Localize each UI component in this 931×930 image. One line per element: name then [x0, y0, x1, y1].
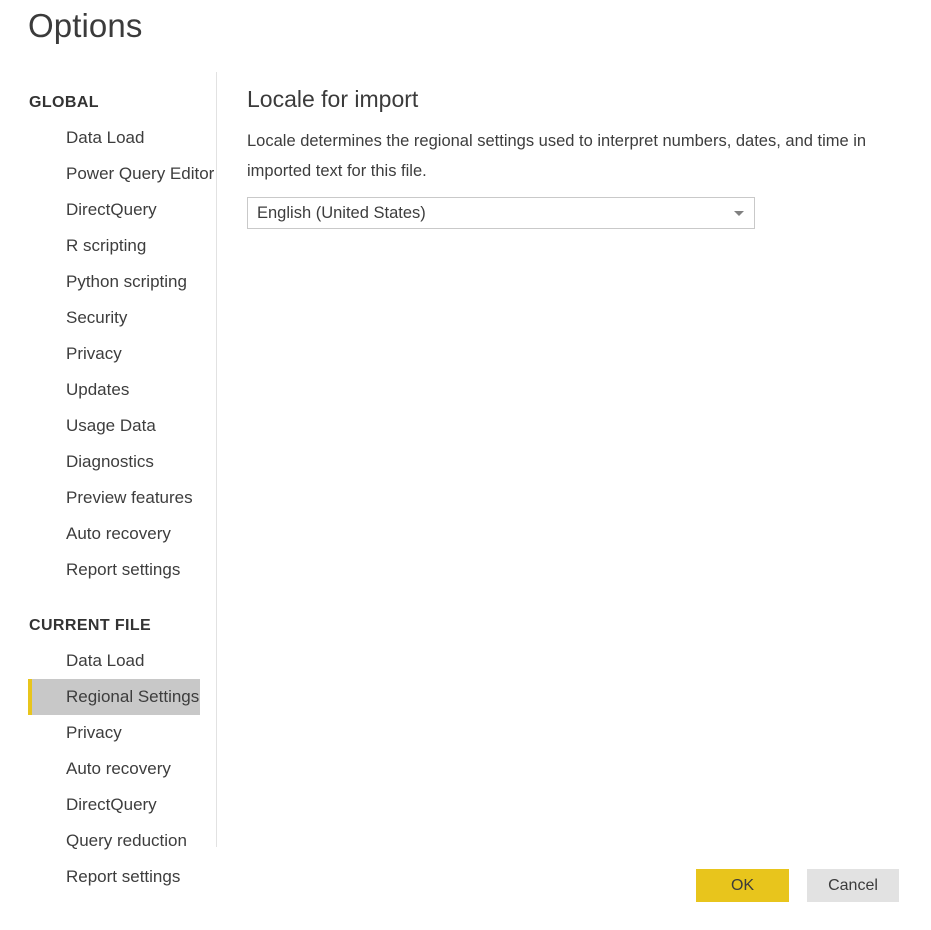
sidebar-item-label: Privacy: [66, 723, 122, 742]
sidebar-item-current-privacy[interactable]: Privacy: [28, 715, 200, 751]
page-title: Options: [28, 7, 143, 44]
sidebar-item-diagnostics[interactable]: Diagnostics: [28, 444, 200, 480]
nav-group-global: GLOBAL Data Load Power Query Editor Dire…: [0, 86, 216, 588]
sidebar-item-auto-recovery[interactable]: Auto recovery: [28, 516, 200, 552]
sidebar-item-label: Regional Settings: [66, 687, 200, 706]
sidebar-item-label: R scripting: [66, 236, 147, 255]
sidebar-item-preview-features[interactable]: Preview features: [28, 480, 200, 516]
sidebar-item-label: Report settings: [66, 560, 181, 579]
nav-group-header-global: GLOBAL: [29, 94, 99, 111]
sidebar-item-label: Security: [66, 308, 128, 327]
sidebar-item-current-data-load[interactable]: Data Load: [28, 643, 200, 679]
sidebar-item-label: Query reduction: [66, 831, 187, 850]
dialog-footer: OK Cancel: [0, 869, 931, 903]
sidebar-item-label: Power Query Editor: [66, 164, 215, 183]
options-content-pane: Locale for import Locale determines the …: [247, 84, 919, 229]
nav-group-header-current-file: CURRENT FILE: [29, 617, 152, 634]
sidebar-item-label: Data Load: [66, 128, 145, 147]
options-dialog: Options GLOBAL Data Load Power Query Edi…: [0, 0, 931, 930]
chevron-down-icon: [734, 211, 744, 216]
sidebar-item-label: Auto recovery: [66, 524, 171, 543]
locale-dropdown-value: English (United States): [257, 204, 426, 222]
sidebar-item-label: Preview features: [66, 488, 193, 507]
cancel-button[interactable]: Cancel: [807, 869, 899, 902]
sidebar-item-label: Updates: [66, 380, 130, 399]
sidebar-item-current-directquery[interactable]: DirectQuery: [28, 787, 200, 823]
sidebar-item-report-settings[interactable]: Report settings: [28, 552, 200, 588]
sidebar-item-label: DirectQuery: [66, 795, 157, 814]
sidebar-item-regional-settings[interactable]: Regional Settings: [28, 679, 200, 715]
sidebar-item-label: Data Load: [66, 651, 145, 670]
sidebar-item-label: Diagnostics: [66, 452, 154, 471]
sidebar-item-current-auto-recovery[interactable]: Auto recovery: [28, 751, 200, 787]
sidebar-item-label: Privacy: [66, 344, 122, 363]
sidebar-item-label: Python scripting: [66, 272, 187, 291]
sidebar-item-usage-data[interactable]: Usage Data: [28, 408, 200, 444]
locale-dropdown[interactable]: English (United States): [247, 197, 755, 229]
sidebar-item-label: Auto recovery: [66, 759, 171, 778]
nav-group-current-file: CURRENT FILE Data Load Regional Settings…: [0, 609, 216, 895]
ok-button[interactable]: OK: [696, 869, 789, 902]
sidebar-item-query-reduction[interactable]: Query reduction: [28, 823, 200, 859]
sidebar-item-directquery[interactable]: DirectQuery: [28, 192, 200, 228]
options-sidebar: GLOBAL Data Load Power Query Editor Dire…: [0, 86, 216, 895]
section-description: Locale determines the regional settings …: [247, 132, 867, 180]
sidebar-divider: [216, 72, 217, 847]
sidebar-item-privacy[interactable]: Privacy: [28, 336, 200, 372]
section-heading: Locale for import: [247, 86, 419, 112]
sidebar-item-power-query-editor[interactable]: Power Query Editor: [28, 156, 214, 192]
sidebar-item-security[interactable]: Security: [28, 300, 200, 336]
sidebar-item-label: Usage Data: [66, 416, 156, 435]
sidebar-item-data-load[interactable]: Data Load: [28, 120, 200, 156]
selection-accent-bar: [28, 679, 32, 715]
sidebar-item-python-scripting[interactable]: Python scripting: [28, 264, 200, 300]
sidebar-item-updates[interactable]: Updates: [28, 372, 200, 408]
sidebar-item-label: DirectQuery: [66, 200, 157, 219]
sidebar-item-r-scripting[interactable]: R scripting: [28, 228, 200, 264]
